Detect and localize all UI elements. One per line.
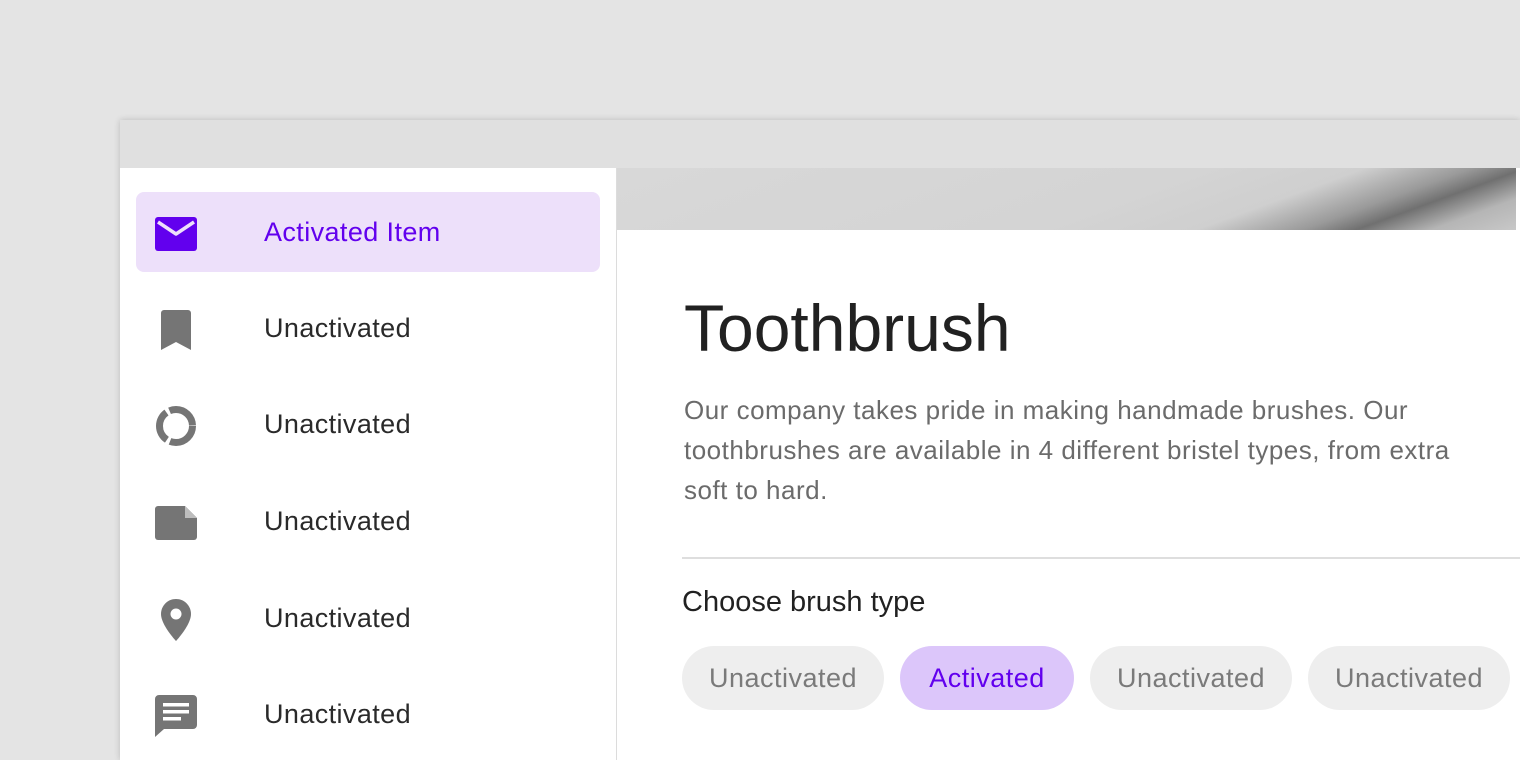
nav-item-label: Unactivated — [264, 603, 411, 633]
note-icon — [154, 501, 198, 545]
location-pin-icon — [154, 598, 198, 642]
message-icon — [154, 694, 198, 738]
nav-item-label: Unactivated — [264, 313, 411, 343]
title-bar — [120, 120, 1520, 168]
product-content: Toothbrush Our company takes pride in ma… — [617, 168, 1520, 760]
nav-item-label: Unactivated — [264, 409, 411, 439]
nav-item-location[interactable]: Unactivated — [136, 578, 600, 658]
nav-item-label: Activated Item — [264, 217, 441, 247]
brush-type-chip-selected[interactable]: Activated — [900, 646, 1074, 710]
divider — [682, 557, 1520, 559]
mail-icon — [154, 212, 198, 256]
product-description: Our company takes pride in making handma… — [684, 395, 1450, 505]
brush-type-chip[interactable]: Unactivated — [1090, 646, 1292, 710]
app-window: Activated Item Unactivated Unactivated U… — [120, 120, 1520, 760]
product-title: Toothbrush — [684, 291, 1011, 365]
bookmark-icon — [154, 308, 198, 352]
brush-type-chip[interactable]: Unactivated — [682, 646, 884, 710]
donut-chart-icon — [154, 404, 198, 448]
product-hero-image — [617, 168, 1516, 230]
nav-item-label: Unactivated — [264, 699, 411, 729]
nav-item-activated[interactable]: Activated Item — [136, 192, 600, 272]
nav-item-donut[interactable]: Unactivated — [136, 384, 600, 464]
nav-item-note[interactable]: Unactivated — [136, 481, 600, 561]
nav-item-label: Unactivated — [264, 506, 411, 536]
brush-type-chip[interactable]: Unactivated — [1308, 646, 1510, 710]
navigation-drawer: Activated Item Unactivated Unactivated U… — [120, 168, 617, 760]
nav-item-bookmark[interactable]: Unactivated — [136, 288, 600, 368]
brush-type-heading: Choose brush type — [682, 586, 926, 618]
nav-item-message[interactable]: Unactivated — [136, 674, 600, 754]
